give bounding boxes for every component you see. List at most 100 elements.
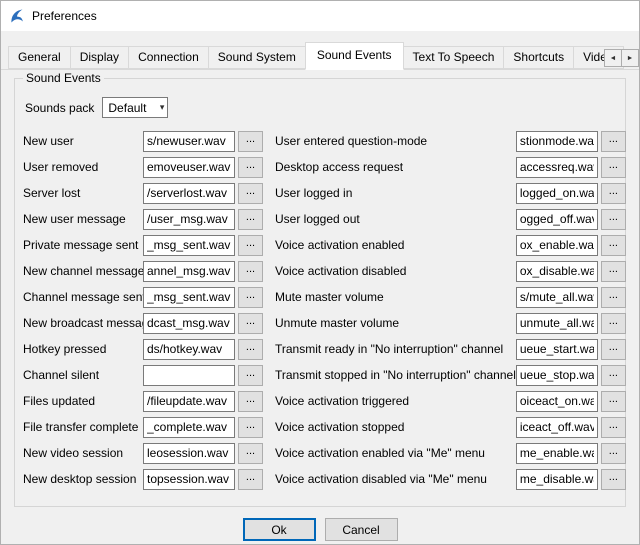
browse-button[interactable]: ... (238, 443, 263, 464)
sound-event-row: Voice activation disabled... (275, 258, 626, 284)
browse-button[interactable]: ... (238, 183, 263, 204)
sound-file-input[interactable] (516, 365, 598, 386)
sound-file-input[interactable] (516, 391, 598, 412)
sound-event-row: Transmit ready in "No interruption" chan… (275, 336, 626, 362)
sound-file-input[interactable] (143, 469, 235, 490)
sound-event-label: Hotkey pressed (23, 342, 143, 356)
tab-general[interactable]: General (8, 46, 71, 69)
browse-button[interactable]: ... (238, 417, 263, 438)
browse-button[interactable]: ... (601, 313, 626, 334)
sound-file-input[interactable] (516, 235, 598, 256)
sound-file-input[interactable] (516, 209, 598, 230)
sounds-pack-label: Sounds pack (25, 101, 94, 115)
browse-button[interactable]: ... (601, 417, 626, 438)
sound-file-input[interactable] (143, 157, 235, 178)
sound-file-input[interactable] (516, 131, 598, 152)
sound-file-input[interactable] (143, 235, 235, 256)
right-column: User entered question-mode... Desktop acc… (275, 128, 626, 492)
tab-sound-events[interactable]: Sound Events (305, 42, 404, 70)
browse-button[interactable]: ... (238, 339, 263, 360)
browse-button[interactable]: ... (238, 157, 263, 178)
sound-event-row: Channel silent... (23, 362, 263, 388)
sound-file-input[interactable] (516, 157, 598, 178)
title-bar: Preferences (1, 1, 639, 31)
sound-events-groupbox: Sound Events Sounds pack Default ▾ New u… (14, 78, 626, 507)
sound-file-input[interactable] (143, 443, 235, 464)
sound-event-row: New user message... (23, 206, 263, 232)
browse-button[interactable]: ... (238, 261, 263, 282)
sound-file-input[interactable] (143, 365, 235, 386)
sound-event-label: User logged out (275, 212, 516, 226)
sound-file-input[interactable] (143, 287, 235, 308)
tab-connection[interactable]: Connection (128, 46, 209, 69)
browse-button[interactable]: ... (238, 235, 263, 256)
browse-button[interactable]: ... (238, 131, 263, 152)
browse-button[interactable]: ... (601, 287, 626, 308)
sounds-pack-select[interactable]: Default ▾ (102, 97, 168, 118)
sound-event-row: Server lost... (23, 180, 263, 206)
tab-display[interactable]: Display (70, 46, 129, 69)
sound-event-row: Voice activation stopped... (275, 414, 626, 440)
ok-button[interactable]: Ok (243, 518, 316, 541)
sound-file-input[interactable] (516, 417, 598, 438)
sound-file-input[interactable] (143, 339, 235, 360)
sound-event-label: Voice activation disabled (275, 264, 516, 278)
browse-button[interactable]: ... (238, 287, 263, 308)
browse-button[interactable]: ... (601, 209, 626, 230)
browse-button[interactable]: ... (601, 443, 626, 464)
browse-button[interactable]: ... (238, 391, 263, 412)
browse-button[interactable]: ... (238, 365, 263, 386)
sound-event-label: New broadcast message (23, 316, 143, 330)
sound-file-input[interactable] (516, 339, 598, 360)
preferences-window: Preferences GeneralDisplayConnectionSoun… (0, 0, 640, 545)
sound-event-label: Voice activation triggered (275, 394, 516, 408)
browse-button[interactable]: ... (238, 313, 263, 334)
tab-sound-system[interactable]: Sound System (208, 46, 306, 69)
arrow-left-icon: ◄ (610, 55, 617, 62)
sound-file-input[interactable] (143, 261, 235, 282)
tab-text-to-speech[interactable]: Text To Speech (403, 46, 505, 69)
sounds-pack-value: Default (108, 101, 146, 115)
tab-shortcuts[interactable]: Shortcuts (503, 46, 574, 69)
sound-file-input[interactable] (143, 313, 235, 334)
browse-button[interactable]: ... (601, 235, 626, 256)
tab-scroll-right-button[interactable]: ► (621, 49, 639, 67)
sound-file-input[interactable] (516, 469, 598, 490)
browse-button[interactable]: ... (601, 131, 626, 152)
browse-button[interactable]: ... (238, 209, 263, 230)
sound-file-input[interactable] (516, 443, 598, 464)
sound-event-label: User logged in (275, 186, 516, 200)
sound-event-label: Transmit stopped in "No interruption" ch… (275, 368, 516, 382)
sound-file-input[interactable] (143, 391, 235, 412)
sound-event-row: Files updated... (23, 388, 263, 414)
browse-button[interactable]: ... (601, 469, 626, 490)
sound-event-label: Unmute master volume (275, 316, 516, 330)
browse-button[interactable]: ... (601, 157, 626, 178)
sound-file-input[interactable] (143, 209, 235, 230)
sound-file-input[interactable] (143, 417, 235, 438)
sound-event-label: Voice activation disabled via "Me" menu (275, 472, 516, 486)
sound-event-row: User removed... (23, 154, 263, 180)
cancel-button[interactable]: Cancel (325, 518, 398, 541)
sound-event-label: User entered question-mode (275, 134, 516, 148)
tab-scroll-left-button[interactable]: ◄ (604, 49, 622, 67)
sound-file-input[interactable] (516, 313, 598, 334)
sound-event-row: User entered question-mode... (275, 128, 626, 154)
browse-button[interactable]: ... (601, 391, 626, 412)
sound-file-input[interactable] (143, 131, 235, 152)
sound-file-input[interactable] (516, 183, 598, 204)
browse-button[interactable]: ... (238, 469, 263, 490)
browse-button[interactable]: ... (601, 339, 626, 360)
chevron-down-icon: ▾ (160, 102, 165, 113)
sound-file-input[interactable] (516, 261, 598, 282)
sound-event-label: New video session (23, 446, 143, 460)
sound-event-label: Channel message sent (23, 290, 143, 304)
sound-file-input[interactable] (143, 183, 235, 204)
sound-event-row: Voice activation enabled... (275, 232, 626, 258)
browse-button[interactable]: ... (601, 261, 626, 282)
sound-event-label: Desktop access request (275, 160, 516, 174)
sound-file-input[interactable] (516, 287, 598, 308)
browse-button[interactable]: ... (601, 365, 626, 386)
sound-event-row: Voice activation enabled via "Me" menu..… (275, 440, 626, 466)
browse-button[interactable]: ... (601, 183, 626, 204)
